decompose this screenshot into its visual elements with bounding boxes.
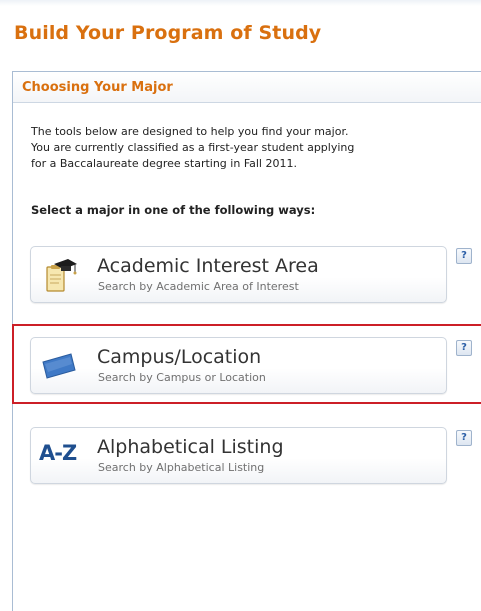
clipboard-graduation-cap-icon — [41, 259, 77, 292]
help-icon[interactable]: ? — [456, 430, 472, 446]
alphabetical-listing-button[interactable]: A-Z Alphabetical Listing Search by Alpha… — [30, 427, 447, 484]
help-icon[interactable]: ? — [456, 248, 472, 264]
a-z-icon: A-Z — [39, 441, 83, 473]
option-sublabel: Search by Alphabetical Listing — [98, 461, 265, 474]
page: Build Your Program of Study Choosing You… — [0, 0, 481, 611]
intro-text: The tools below are designed to help you… — [31, 124, 481, 172]
option-label: Alphabetical Listing — [97, 436, 284, 458]
a-z-icon-text: A-Z — [39, 441, 77, 465]
help-icon[interactable]: ? — [456, 340, 472, 356]
panel-header: Choosing Your Major — [13, 72, 481, 103]
top-edge — [0, 0, 481, 6]
campus-location-button[interactable]: Campus/Location Search by Campus or Loca… — [30, 337, 447, 394]
page-title: Build Your Program of Study — [14, 22, 322, 44]
instruction-text: Select a major in one of the following w… — [31, 203, 316, 217]
panel-title: Choosing Your Major — [22, 80, 173, 95]
academic-interest-area-button[interactable]: Academic Interest Area Search by Academi… — [30, 246, 447, 303]
intro-line: The tools below are designed to help you… — [31, 125, 349, 138]
intro-line: You are currently classified as a first-… — [31, 141, 355, 154]
blue-pennant-flag-icon — [41, 352, 77, 384]
option-sublabel: Search by Academic Area of Interest — [98, 280, 299, 293]
option-sublabel: Search by Campus or Location — [98, 371, 266, 384]
option-label: Academic Interest Area — [97, 255, 319, 277]
option-label: Campus/Location — [97, 346, 262, 368]
intro-line: for a Baccalaureate degree starting in F… — [31, 157, 297, 170]
